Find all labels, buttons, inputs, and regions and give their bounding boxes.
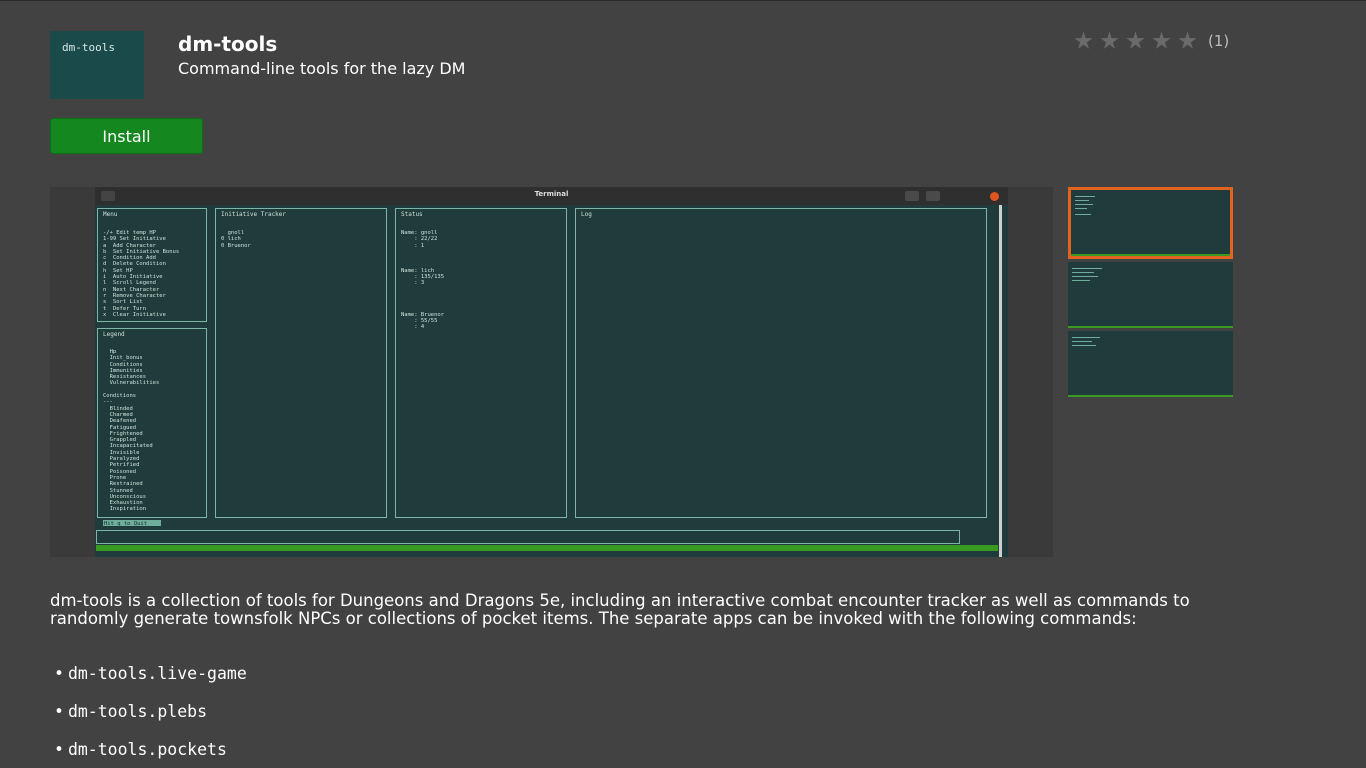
rating: (1) [1074, 30, 1229, 52]
screenshot-thumbnail-2[interactable] [1068, 262, 1233, 328]
install-button[interactable]: Install [50, 118, 203, 154]
initiative-pane-title: Initiative Tracker [221, 211, 287, 218]
command-text: dm-tools.pockets [67, 740, 227, 759]
menu-pane: Menu -/+ Edit temp HP 1-99 Set Initiativ… [97, 208, 207, 322]
command-item: • dm-tools.live-game [54, 664, 247, 683]
star-icon [1100, 31, 1119, 49]
log-pane-title: Log [581, 211, 592, 218]
star-icon [1126, 31, 1145, 49]
screenshot-thumbnail-1[interactable] [1068, 187, 1233, 259]
menu-pane-title: Menu [103, 211, 118, 218]
initiative-pane: Initiative Tracker gnoll 0 lich 0 Brueno… [215, 208, 387, 518]
command-text: dm-tools.live-game [67, 664, 247, 683]
command-item: • dm-tools.pockets [54, 740, 227, 759]
status-pane-lines: Name: gnoll : 22/22 : 1 Name: lich : 135… [401, 230, 445, 331]
status-pane-title: Status [401, 211, 423, 218]
app-description: dm-tools is a collection of tools for Du… [50, 591, 1190, 628]
legend-pane: Legend Hp Init_bonus Conditions Immuniti… [97, 328, 207, 518]
legend-pane-title: Legend [103, 331, 125, 338]
bullet: • [54, 740, 64, 759]
screenshot-thumbnail-3[interactable] [1068, 331, 1233, 397]
search-icon [905, 191, 919, 201]
star-icon [1074, 31, 1093, 49]
status-pane: Status Name: gnoll : 22/22 : 1 Name: lic… [395, 208, 567, 518]
top-border [0, 0, 1366, 1]
app-icon-text: dm-tools [62, 41, 115, 54]
app-name: dm-tools [178, 32, 278, 56]
close-icon [990, 192, 999, 201]
star-icon [1152, 31, 1171, 49]
initiative-pane-lines: gnoll 0 lich 0 Bruenor [221, 230, 251, 249]
terminal-statusbar [96, 545, 998, 551]
terminal-title: Terminal [534, 190, 569, 198]
menu-pane-lines: -/+ Edit temp HP 1-99 Set Initiative a A… [103, 230, 180, 318]
quit-prompt-text: Hit q to Quit [104, 521, 148, 527]
command-text: dm-tools.plebs [67, 702, 208, 721]
bullet: • [54, 664, 64, 683]
terminal-scrollbar [999, 205, 1002, 557]
command-item: • dm-tools.plebs [54, 702, 207, 721]
log-pane: Log [575, 208, 987, 518]
legend-pane-lines: Hp Init_bonus Conditions Immunities Resi… [103, 349, 160, 513]
terminal-input [96, 530, 960, 544]
menu-icon [926, 191, 940, 201]
rating-count: (1) [1208, 32, 1230, 50]
app-icon: dm-tools [50, 31, 144, 99]
star-icon [1178, 31, 1197, 49]
terminal-titlebar: Terminal [95, 187, 1008, 205]
bullet: • [54, 702, 64, 721]
app-summary: Command-line tools for the lazy DM [178, 59, 466, 78]
main-screenshot[interactable]: Terminal Menu -/+ Edit temp HP 1-99 Set … [50, 187, 1053, 557]
terminal-window: Terminal Menu -/+ Edit temp HP 1-99 Set … [95, 187, 1008, 557]
